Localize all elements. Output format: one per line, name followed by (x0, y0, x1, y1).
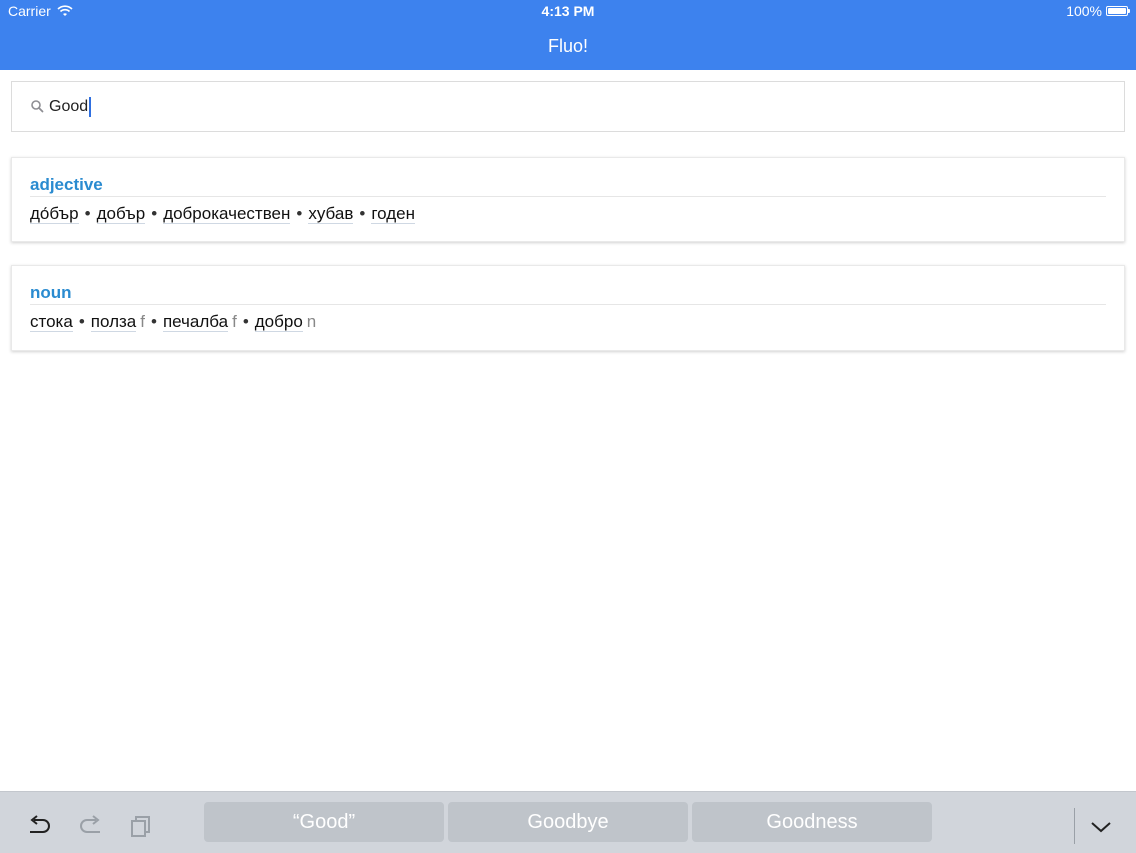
word-separator: • (242, 312, 249, 331)
translation-list: стока • полза f • печалба f • добро n (30, 312, 316, 332)
part-of-speech: adjective (30, 175, 103, 194)
translation-word[interactable]: годен (371, 204, 415, 224)
page-title: Fluo! (547, 36, 589, 56)
card-divider (30, 304, 1106, 305)
search-icon (31, 100, 44, 113)
translation-list: до́бър • добър • доброкачествен • хубав • годен (30, 204, 415, 224)
word-separator: • (151, 204, 158, 223)
navigation-bar: Carrier 4:13 PM 100% Fluo! (0, 0, 1136, 70)
paste-icon[interactable] (129, 814, 155, 838)
translation-word[interactable]: доброкачествен (163, 204, 291, 224)
suggestion-button[interactable]: Goodbye (448, 802, 688, 842)
translation-word[interactable]: печалба (162, 312, 229, 332)
status-right: 100% (1066, 3, 1130, 19)
translation-word[interactable]: добро (254, 312, 303, 332)
chevron-down-icon[interactable] (1088, 814, 1114, 838)
battery-icon (1106, 6, 1130, 16)
translation-word[interactable]: стока (30, 312, 73, 332)
word-separator: • (84, 204, 91, 223)
card-divider (30, 196, 1106, 197)
undo-icon[interactable] (27, 814, 53, 838)
search-input[interactable]: Good (11, 81, 1125, 132)
gender-marker: n (306, 312, 317, 331)
text-caret (89, 97, 92, 117)
translation-word[interactable]: добър (96, 204, 146, 224)
suggestion-button[interactable]: Goodness (692, 802, 932, 842)
status-time: 4:13 PM (541, 3, 595, 19)
redo-icon[interactable] (77, 814, 103, 838)
gender-marker: f (232, 312, 237, 331)
keyboard-suggestion-bar: “Good” Goodbye Goodness (0, 791, 1136, 853)
translation-word[interactable]: до́бър (30, 204, 79, 224)
translation-word[interactable]: хубав (308, 204, 354, 224)
word-separator: • (359, 204, 366, 223)
translation-word[interactable]: полза (90, 312, 137, 332)
result-card-noun[interactable]: noun стока • полза f • печалба f • добро n (11, 265, 1125, 351)
suggestion-button[interactable]: “Good” (204, 802, 444, 842)
bar-divider (1074, 808, 1075, 844)
search-query: Good (49, 97, 92, 117)
part-of-speech: noun (30, 283, 72, 302)
search-query-text: Good (49, 98, 89, 115)
battery-percent: 100% (1066, 3, 1102, 19)
word-separator: • (150, 312, 157, 331)
gender-marker: f (140, 312, 145, 331)
word-separator: • (296, 204, 303, 223)
result-card-adjective[interactable]: adjective до́бър • добър • доброкачествен • ху… (11, 157, 1125, 242)
word-separator: • (78, 312, 85, 331)
